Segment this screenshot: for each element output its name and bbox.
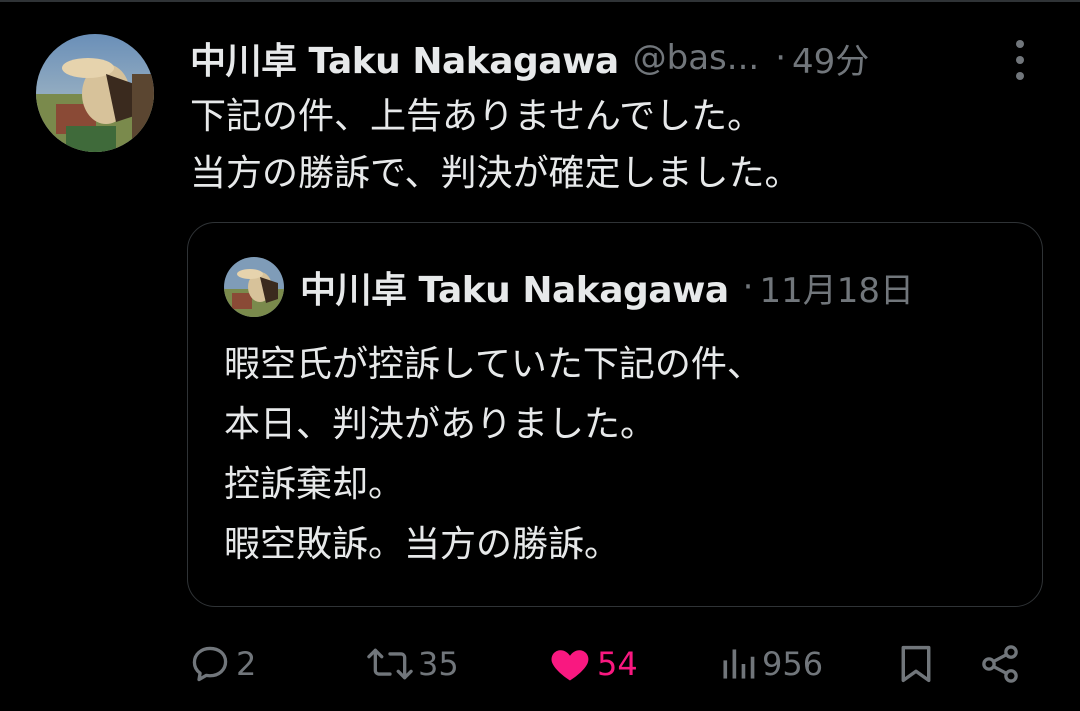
tweet-action-bar: 2 35 54 956 [0,632,1080,696]
retweet-button[interactable]: 35 [366,632,459,696]
quoted-author-display-name[interactable]: 中川卓 Taku Nakagawa [300,261,729,313]
tweet-text-line: 当方の勝訴で、判決が確定しました。 [190,153,801,194]
more-options-button[interactable] [1004,38,1036,82]
quoted-tweet-date[interactable]: 11月18日 [759,263,914,312]
share-button[interactable] [976,632,1024,696]
quoted-header-separator: · [742,267,754,307]
author-avatar[interactable] [36,34,154,152]
reply-count: 2 [236,645,257,683]
quoted-text-line: 控訴棄却。 [224,464,405,505]
more-icon [1016,40,1024,48]
quoted-text-line: 暇空敗訴。当方の勝訴。 [224,524,621,565]
like-button[interactable]: 54 [547,632,638,696]
quoted-tweet-card[interactable]: 中川卓 Taku Nakagawa · 11月18日 暇空氏が控訴していた下記の… [187,222,1043,607]
quoted-author-avatar[interactable] [224,257,284,317]
heart-icon [551,650,589,681]
share-icon [982,645,1018,683]
quoted-tweet-text: 暇空氏が控訴していた下記の件、 本日、判決がありました。 控訴棄却。 暇空敗訴。… [224,335,763,575]
tweet-header: 中川卓 Taku Nakagawa @bas... · 49分 [190,30,869,86]
author-handle[interactable]: @bas... [633,38,760,78]
tweet-timestamp[interactable]: 49分 [792,34,869,83]
tweet-text: 下記の件、上告ありませんでした。 当方の勝訴で、判決が確定しました。 [190,88,1050,202]
reply-icon [192,646,228,682]
quoted-text-line: 暇空氏が控訴していた下記の件、 [224,344,763,385]
like-count: 54 [597,645,638,683]
more-icon-dot [1016,56,1024,64]
more-icon-dot [1016,72,1024,80]
views-button[interactable]: 956 [718,632,823,696]
retweet-icon [367,648,413,680]
bookmark-button[interactable] [896,632,936,696]
top-divider [0,0,1080,2]
views-icon [723,649,755,679]
retweet-count: 35 [418,645,459,683]
bookmark-icon [901,645,931,683]
quoted-tweet-header: 中川卓 Taku Nakagawa · 11月18日 [300,261,914,313]
reply-button[interactable]: 2 [188,632,256,696]
tweet-text-line: 下記の件、上告ありませんでした。 [190,96,764,137]
quoted-avatar-image [224,257,284,317]
quoted-text-line: 本日、判決がありました。 [224,404,657,445]
header-separator: · [775,38,786,78]
avatar-image [36,34,154,152]
author-display-name[interactable]: 中川卓 Taku Nakagawa [190,32,619,84]
views-count: 956 [762,645,824,683]
